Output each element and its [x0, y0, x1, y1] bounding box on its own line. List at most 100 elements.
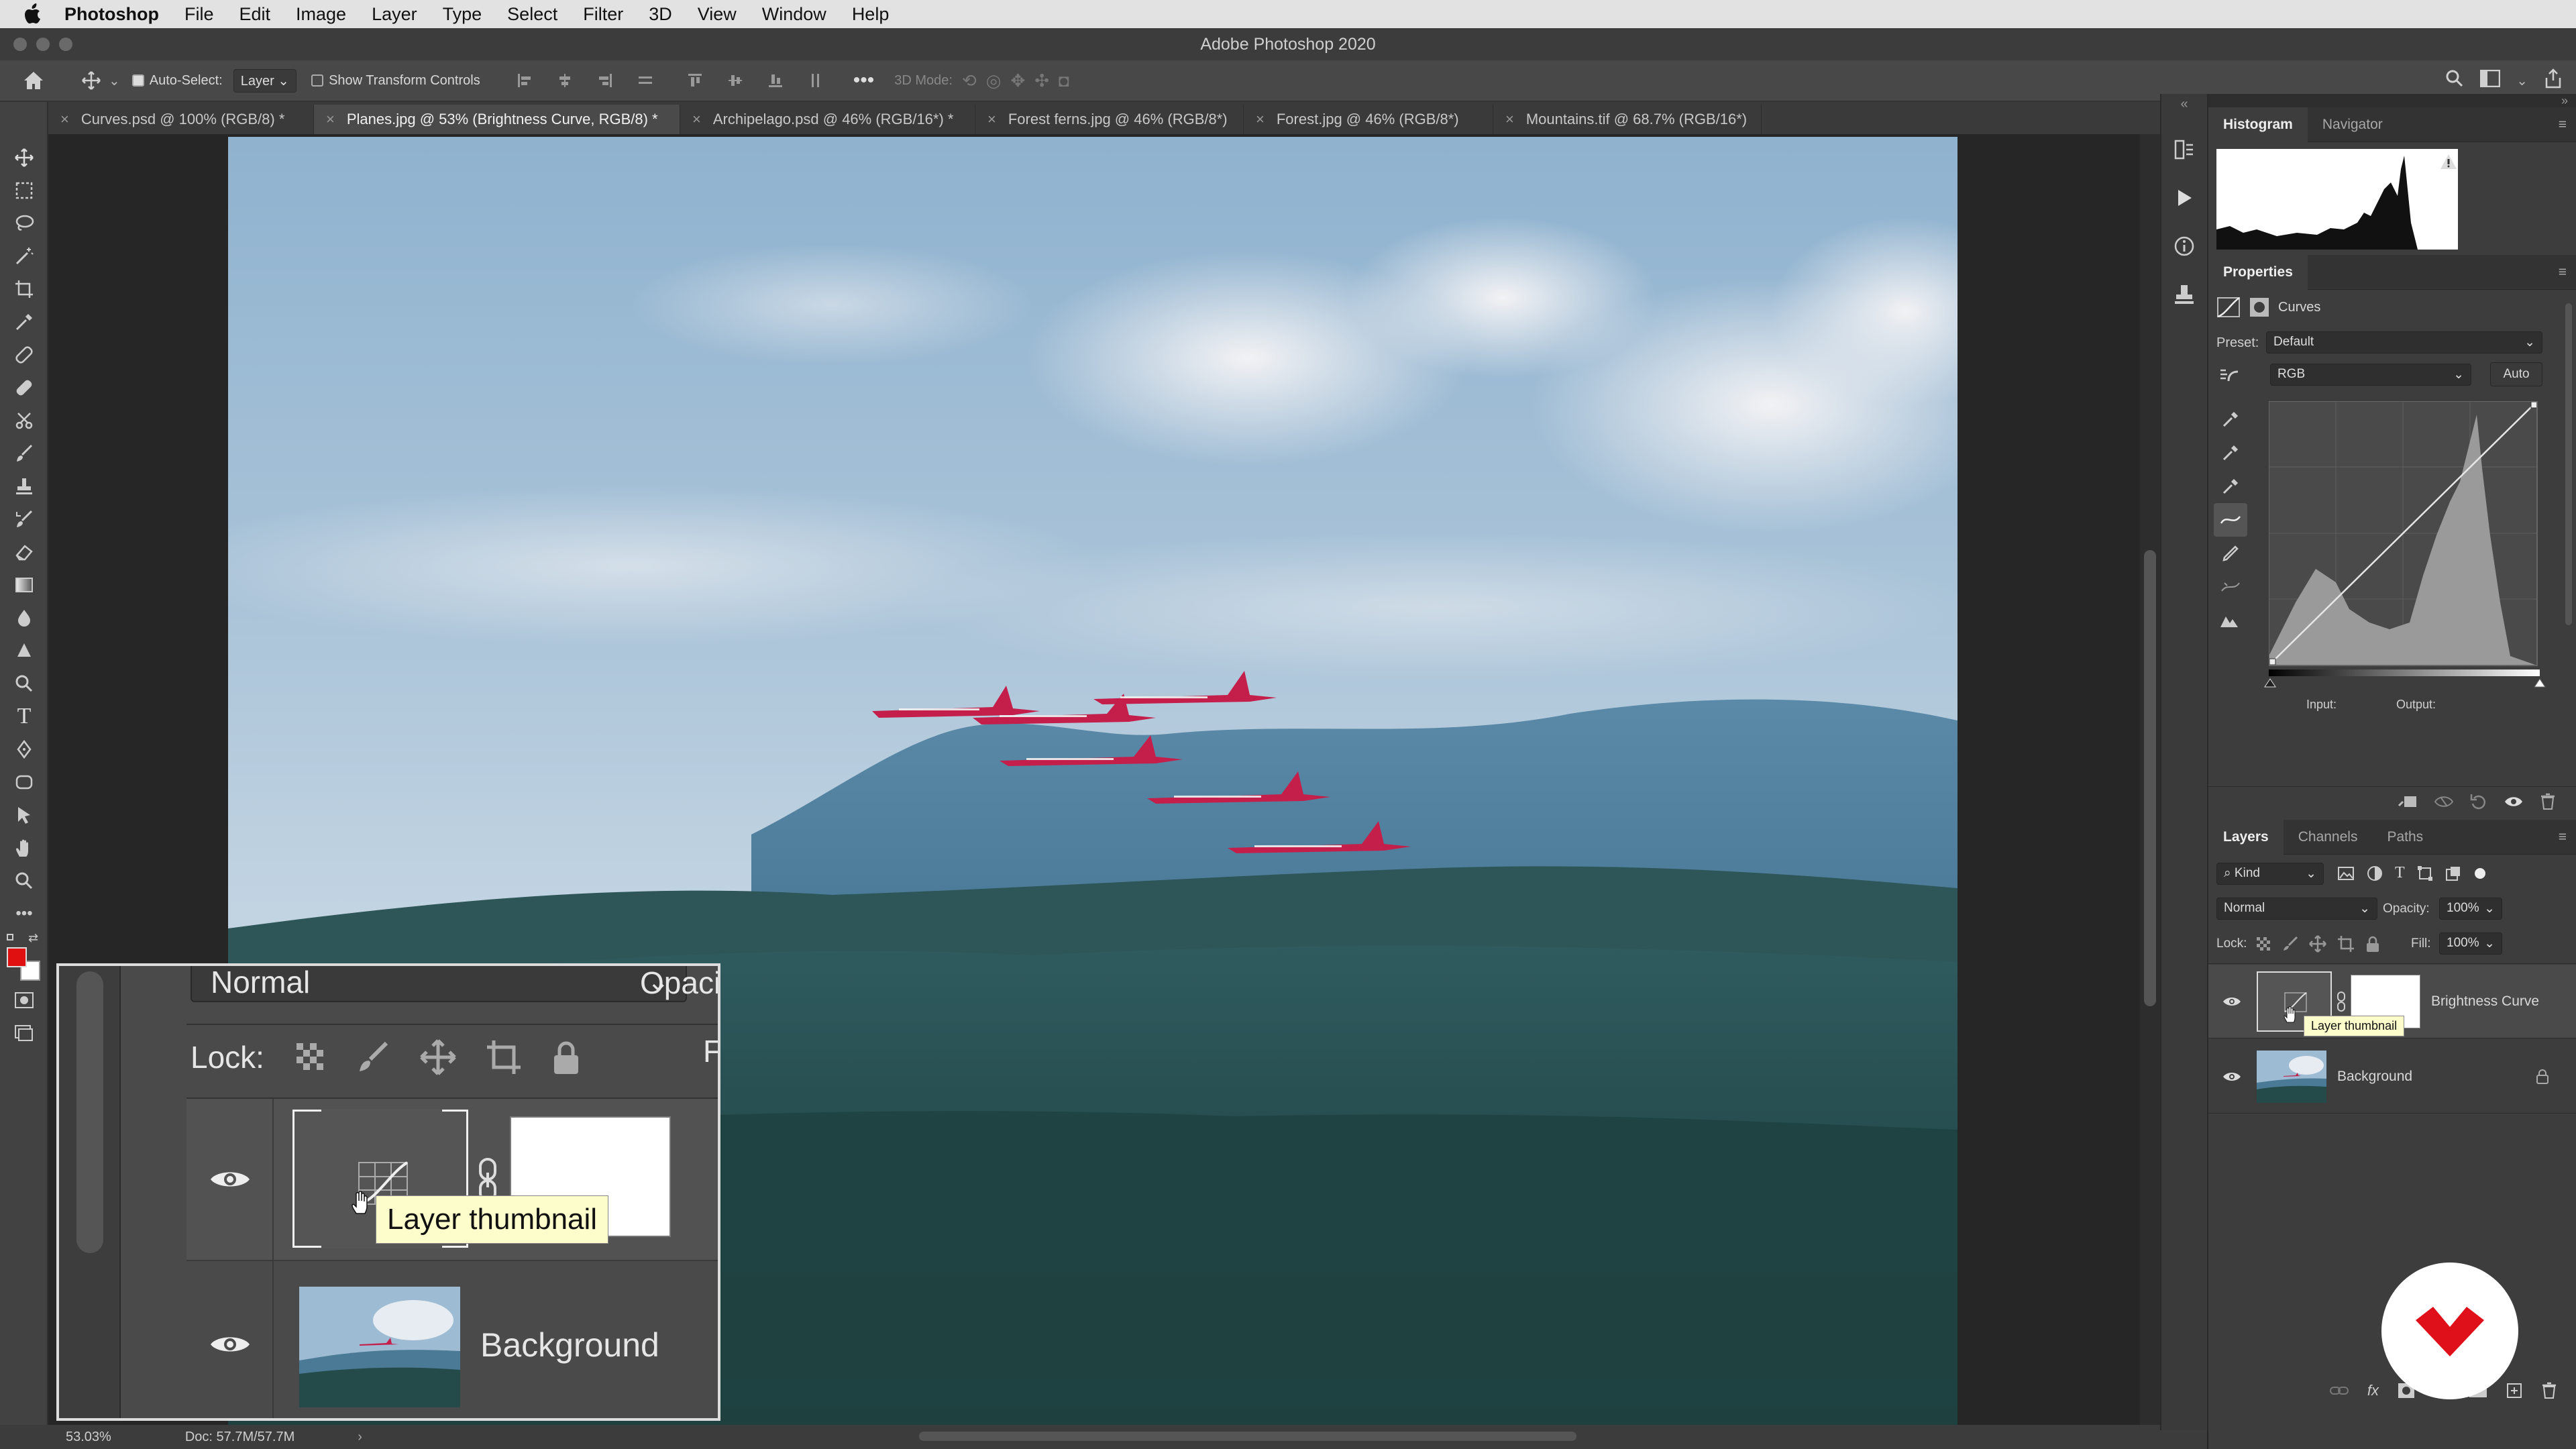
fill-field[interactable]: 100% ⌄	[2439, 932, 2502, 955]
background-layer-thumbnail[interactable]	[2257, 1050, 2326, 1103]
tab-forest[interactable]: × Forest.jpg @ 46% (RGB/8*)	[1244, 105, 1493, 134]
distribute-icon[interactable]	[632, 67, 659, 94]
move-tool-icon[interactable]	[78, 67, 105, 94]
curve-points-tool[interactable]	[2214, 503, 2247, 537]
collapse-strip-icon[interactable]: «	[2161, 97, 2207, 112]
layer-background[interactable]: Background	[2208, 1040, 2576, 1114]
filter-toggle-icon[interactable]	[2473, 867, 2487, 880]
tab-paths[interactable]: Paths	[2372, 820, 2438, 855]
canvas-horizontal-scrollbar[interactable]	[919, 1432, 1576, 1441]
more-tools[interactable]: •••	[0, 897, 48, 930]
tab-archipelago[interactable]: × Archipelago.psd @ 46% (RGB/16*) *	[680, 105, 975, 134]
share-icon[interactable]	[2544, 68, 2563, 93]
filter-smart-object-icon[interactable]	[2445, 865, 2461, 881]
new-layer-icon[interactable]	[2506, 1383, 2522, 1399]
type-tool[interactable]: T	[0, 700, 48, 733]
menu-help[interactable]: Help	[852, 4, 890, 25]
black-slider-icon[interactable]	[2263, 678, 2277, 688]
channel-dropdown[interactable]: RGB ⌄	[2270, 364, 2471, 386]
eraser-tool[interactable]	[0, 535, 48, 568]
filter-kind-dropdown[interactable]: ⌕ Kind ⌄	[2216, 863, 2324, 885]
pen-tool[interactable]	[0, 667, 48, 700]
blur-tool[interactable]	[0, 601, 48, 634]
clone-stamp-tool[interactable]	[0, 470, 48, 502]
link-icon[interactable]	[2336, 991, 2347, 1012]
auto-button[interactable]: Auto	[2490, 362, 2542, 386]
align-top-icon[interactable]	[682, 67, 708, 94]
close-tab-icon[interactable]: ×	[326, 111, 335, 128]
delete-layer-icon[interactable]	[2541, 1382, 2557, 1399]
blend-mode-dropdown[interactable]: Normal ⌄	[2216, 898, 2377, 920]
filter-type-icon[interactable]: T	[2395, 864, 2405, 882]
close-tab-icon[interactable]: ×	[60, 111, 69, 128]
lock-pixels-icon[interactable]	[2282, 936, 2298, 952]
preset-dropdown[interactable]: Default ⌄	[2266, 331, 2542, 354]
home-icon[interactable]	[20, 67, 47, 94]
shape-tool[interactable]	[0, 765, 48, 798]
properties-scrollbar[interactable]	[2565, 303, 2572, 625]
lock-transparent-icon[interactable]	[2255, 936, 2271, 952]
magic-wand-tool[interactable]	[0, 239, 48, 272]
path-selection-tool[interactable]	[0, 798, 48, 831]
close-tab-icon[interactable]: ×	[1505, 111, 1514, 128]
clipping-warning-tool[interactable]	[2214, 604, 2247, 637]
crop-tool[interactable]	[0, 272, 48, 305]
tab-properties[interactable]: Properties	[2208, 254, 2308, 290]
apple-icon[interactable]	[24, 2, 48, 26]
auto-select-dropdown[interactable]: Layer ⌄	[233, 68, 297, 93]
3d-scale-icon[interactable]: ◘	[1059, 70, 1069, 91]
swap-colors-icon[interactable]: ⇄	[28, 931, 38, 945]
close-tab-icon[interactable]: ×	[1256, 111, 1265, 128]
tab-channels[interactable]: Channels	[2284, 820, 2373, 855]
marquee-tool[interactable]	[0, 174, 48, 207]
align-left-icon[interactable]	[511, 67, 538, 94]
layer-effects-icon[interactable]: fx	[2367, 1382, 2379, 1399]
layer-name[interactable]: Background	[2337, 1069, 2412, 1085]
healing-brush-tool[interactable]	[0, 338, 48, 371]
panel-collapse-bar[interactable]: »	[2208, 94, 2576, 107]
visibility-eye-icon[interactable]	[2504, 794, 2524, 809]
3d-slide-icon[interactable]: ✣	[1034, 70, 1049, 91]
more-options-icon[interactable]: •••	[853, 69, 875, 92]
black-point-eyedropper[interactable]	[2214, 402, 2247, 436]
zoom-window-button[interactable]	[59, 38, 72, 51]
gray-point-eyedropper[interactable]	[2214, 436, 2247, 470]
menu-filter[interactable]: Filter	[583, 4, 623, 25]
menu-image[interactable]: Image	[296, 4, 346, 25]
menu-file[interactable]: File	[184, 4, 214, 25]
close-window-button[interactable]	[13, 38, 27, 51]
filter-adjustment-icon[interactable]	[2367, 865, 2383, 881]
lasso-tool[interactable]	[0, 207, 48, 239]
visibility-eye-icon[interactable]	[2222, 995, 2242, 1008]
lock-position-icon[interactable]	[2309, 935, 2326, 953]
panel-menu-icon[interactable]: ≡	[2559, 829, 2567, 845]
visibility-eye-icon[interactable]	[2222, 1070, 2242, 1083]
opacity-field[interactable]: 100% ⌄	[2439, 898, 2502, 920]
gradient-tool[interactable]	[0, 568, 48, 601]
clone-source-panel-button[interactable]	[2161, 270, 2207, 319]
tab-planes[interactable]: × Planes.jpg @ 53% (Brightness Curve, RGB…	[314, 105, 680, 134]
status-menu-chevron[interactable]: ›	[358, 1430, 362, 1445]
reset-icon[interactable]	[2470, 793, 2487, 810]
workspace-icon[interactable]	[2479, 69, 2501, 91]
targeted-adjustment-icon[interactable]	[2218, 365, 2242, 385]
history-panel-button[interactable]	[2161, 125, 2207, 174]
menu-view[interactable]: View	[698, 4, 737, 25]
quick-mask-button[interactable]	[0, 983, 48, 1016]
clip-to-layer-icon[interactable]	[2398, 794, 2418, 810]
close-tab-icon[interactable]: ×	[987, 111, 996, 128]
menu-window[interactable]: Window	[762, 4, 826, 25]
info-panel-button[interactable]	[2161, 222, 2207, 270]
tab-curves[interactable]: × Curves.psd @ 100% (RGB/8) *	[48, 105, 314, 134]
align-right-icon[interactable]	[592, 67, 619, 94]
lock-artboard-icon[interactable]	[2337, 935, 2355, 953]
filter-pixel-icon[interactable]	[2337, 866, 2355, 881]
menu-3d[interactable]: 3D	[649, 4, 672, 25]
history-brush-tool[interactable]	[0, 502, 48, 535]
foreground-color-swatch[interactable]	[7, 947, 27, 967]
curves-adjustment-icon[interactable]	[2216, 297, 2241, 318]
align-center-icon[interactable]	[551, 67, 578, 94]
3d-roll-icon[interactable]: ◎	[986, 70, 1002, 91]
warning-icon[interactable]	[2439, 153, 2458, 170]
link-layers-icon[interactable]	[2329, 1385, 2349, 1397]
